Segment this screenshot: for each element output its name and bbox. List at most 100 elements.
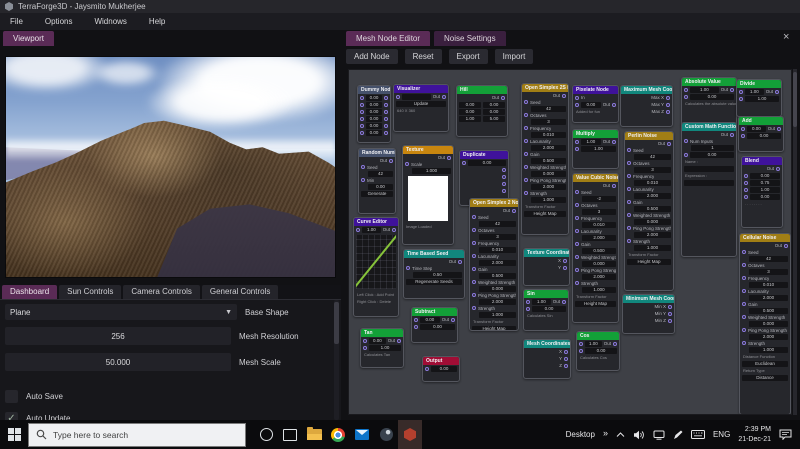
value-box[interactable]: 0.010 (479, 246, 516, 253)
node-pin[interactable] (684, 152, 688, 157)
node-minimum-mesh-coordinates[interactable]: Minimum Mesh CoordinatesMin X Min Y Min Z (622, 294, 675, 334)
node-pin[interactable] (526, 299, 530, 304)
node-pin[interactable] (472, 306, 476, 310)
node-pin[interactable] (524, 100, 528, 104)
value-box[interactable]: 2.000 (749, 333, 788, 340)
value-box[interactable]: 0.500 (749, 307, 788, 314)
value-box[interactable]: 1.00 (585, 340, 602, 347)
value-box[interactable]: Generate (361, 190, 393, 197)
network-button[interactable] (653, 430, 665, 440)
node-title[interactable]: Random Number (359, 149, 395, 157)
notification-center-button[interactable] (779, 429, 792, 440)
tab-noise-settings[interactable]: Noise Settings (434, 31, 506, 46)
base-shape-combo[interactable]: Plane ▼ (5, 304, 237, 320)
node-pin[interactable] (739, 96, 743, 101)
node-pin[interactable] (730, 132, 734, 137)
node-divide[interactable]: Divide 1.00 Out 1.00 (736, 79, 782, 117)
value-box[interactable]: 2.000 (634, 192, 671, 199)
node-title[interactable]: Maximum Mesh Coordinates (621, 86, 672, 94)
node-pin[interactable] (447, 155, 451, 160)
node-pin[interactable] (684, 139, 688, 143)
node-pin[interactable] (667, 141, 671, 146)
value-box[interactable]: 0.00 (750, 193, 780, 200)
node-pin[interactable] (502, 181, 506, 186)
value-box[interactable]: 1.000 (531, 196, 566, 203)
start-button[interactable] (0, 420, 28, 449)
node-title[interactable]: Subtract (412, 308, 457, 316)
node-pin[interactable] (575, 229, 579, 233)
node-pin[interactable] (627, 174, 631, 178)
value-box[interactable]: 0.00 (468, 159, 506, 166)
add-node-button[interactable]: Add Node (346, 49, 398, 64)
node-pin[interactable] (472, 241, 476, 245)
node-pin[interactable] (524, 191, 528, 195)
value-box[interactable]: 0.00 (532, 305, 566, 312)
node-pin[interactable] (627, 161, 631, 165)
node-pin[interactable] (627, 239, 631, 243)
node-pin[interactable] (627, 213, 631, 217)
node-title[interactable]: Tan (361, 329, 403, 337)
node-dummy-node[interactable]: Dummy Node0.000.000.000.000.000.00 (357, 85, 391, 143)
value-box[interactable]: 1.000 (479, 311, 516, 318)
node-pin[interactable] (414, 324, 418, 329)
node-pin[interactable] (361, 178, 365, 182)
node-pin[interactable] (776, 166, 780, 171)
value-box[interactable]: 0.010 (749, 281, 788, 288)
value-box[interactable]: 0.000 (479, 285, 516, 292)
tab-dashboard[interactable]: Dashboard (2, 285, 58, 299)
node-pin[interactable] (526, 306, 530, 311)
node-title[interactable]: Perlin Noise (625, 132, 673, 140)
node-perlin-noise[interactable]: Perlin Noise Out Seed 42 Octaves 3 Frequency 0.… (624, 131, 674, 291)
value-box[interactable]: 1.00 (362, 226, 381, 233)
value-box[interactable]: 1.00 (750, 186, 780, 193)
node-pin[interactable] (524, 126, 528, 130)
value-box[interactable]: 0.000 (749, 320, 788, 327)
node-texture-coordinates[interactable]: Texture CoordinatesXY (523, 248, 570, 286)
menu-help[interactable]: Help (149, 17, 165, 26)
node-title[interactable]: Absolute Value (682, 78, 736, 86)
node-pin[interactable] (666, 102, 670, 107)
value-box[interactable]: 42 (368, 170, 393, 177)
node-title[interactable]: Value Cubic Noise (573, 174, 618, 182)
node-pin[interactable] (563, 265, 567, 270)
clock[interactable]: 2:39 PM 21-Dec-21 (738, 425, 771, 443)
node-pin[interactable] (742, 302, 746, 306)
value-box[interactable]: 2.000 (582, 273, 616, 280)
node-pin[interactable] (684, 94, 688, 99)
node-pin[interactable] (666, 109, 670, 114)
value-box[interactable]: 1.00 (459, 115, 481, 122)
value-box[interactable]: 1.00 (581, 145, 616, 152)
node-open-simplex-2-noise[interactable]: Open Simplex 2 NoiseOutSeed42Octaves3Fre… (469, 198, 519, 331)
node-pin[interactable] (384, 116, 388, 121)
mesh-scale-input[interactable] (5, 353, 231, 371)
value-box[interactable]: 0.00 (431, 365, 457, 372)
node-title[interactable]: Cos (577, 332, 619, 340)
node-pin[interactable] (397, 338, 401, 343)
cortana-button[interactable] (254, 420, 278, 449)
node-pin[interactable] (524, 178, 528, 182)
node-pin[interactable] (742, 341, 746, 345)
node-value-cubic-noise[interactable]: Value Cubic Noise Out Seed -2 Octaves 3 Freque… (572, 173, 619, 323)
node-random-number[interactable]: Random NumberOutSeed42Min0.00Generate (358, 148, 396, 214)
node-pin[interactable] (575, 268, 579, 272)
node-pin[interactable] (575, 95, 579, 100)
value-box[interactable]: 2.000 (479, 298, 516, 305)
node-pin[interactable] (451, 317, 455, 322)
tab-sun-controls[interactable]: Sun Controls (59, 285, 122, 299)
node-pin[interactable] (524, 139, 528, 143)
dashboard-scrollbar-thumb[interactable] (334, 302, 339, 344)
node-pin[interactable] (384, 123, 388, 128)
node-pin[interactable] (472, 267, 476, 271)
tab-viewport[interactable]: Viewport (3, 31, 54, 46)
node-pin[interactable] (384, 109, 388, 114)
node-pin[interactable] (501, 95, 505, 100)
node-title[interactable]: Texture (403, 146, 453, 154)
value-box[interactable]: 0.010 (531, 131, 566, 138)
node-cos[interactable]: Cos 1.00 Out 0.00 Calculates Cos (576, 331, 620, 371)
value-box[interactable]: 2.000 (531, 183, 566, 190)
value-box[interactable]: 0.00 (750, 172, 780, 179)
value-box[interactable]: 2.000 (582, 234, 616, 241)
value-box[interactable]: 0.00 (585, 347, 617, 354)
value-box[interactable]: 0.000 (531, 170, 566, 177)
node-title[interactable]: Curve Editor (354, 218, 398, 226)
